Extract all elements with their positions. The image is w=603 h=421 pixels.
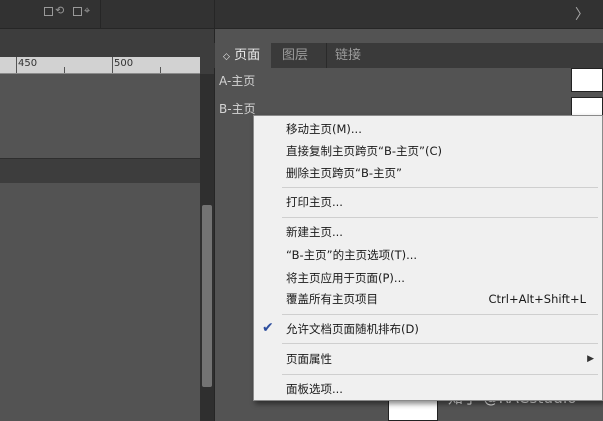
menu-item-panel-options[interactable]: 面板选项... <box>286 382 343 396</box>
menu-item-apply-master[interactable]: 将主页应用于页面(P)... <box>286 271 405 285</box>
ruler-label: 500 <box>114 58 134 69</box>
master-thumbnail[interactable] <box>571 68 603 92</box>
master-page-a[interactable]: A-主页 <box>219 72 255 89</box>
horizontal-ruler[interactable]: 450 500 <box>0 57 200 74</box>
menu-item-master-options[interactable]: “B-主页”的主页选项(T)... <box>286 248 417 262</box>
chevron-right-icon[interactable]: 〉 <box>575 4 589 24</box>
toolbar-divider <box>100 0 101 28</box>
tab-chevron-icon: ◇ <box>223 52 230 62</box>
ruler-tick <box>112 57 113 73</box>
menu-separator <box>282 374 598 375</box>
menu-separator <box>282 343 598 344</box>
master-thumbnail[interactable] <box>571 97 603 117</box>
tab-label: 图层 <box>282 48 309 63</box>
menu-item-move-master[interactable]: 移动主页(M)... <box>286 122 362 136</box>
page-thumbnail[interactable] <box>388 400 438 421</box>
menu-item-new-master[interactable]: 新建主页... <box>286 225 343 239</box>
control-bar: ⟲ ⌖ 〉 <box>0 0 603 29</box>
tab-label: 链接 <box>335 48 362 63</box>
rotate-icon[interactable]: ⟲ <box>55 4 64 18</box>
menu-separator <box>282 187 598 188</box>
ruler-tick <box>160 67 161 73</box>
tab-layers[interactable]: 图层 <box>274 43 324 68</box>
menu-separator <box>282 314 598 315</box>
menu-item-page-attributes[interactable]: 页面属性 <box>286 352 332 366</box>
checkmark-icon: ✔ <box>262 320 274 336</box>
ruler-label: 450 <box>18 58 38 69</box>
scrollbar-thumb[interactable] <box>202 205 212 387</box>
menu-item-duplicate-master[interactable]: 直接复制主页跨页“B-主页”(C) <box>286 144 442 158</box>
panel-tab-bar <box>214 43 603 68</box>
pasteboard-gap <box>0 158 200 184</box>
ruler-tick <box>64 67 65 73</box>
menu-item-override-all[interactable]: 覆盖所有主页项目 <box>286 292 378 306</box>
tab-pages[interactable]: ◇ 页面 <box>215 43 271 68</box>
tab-links[interactable]: 链接 <box>326 43 376 68</box>
flip-icon[interactable]: ⌖ <box>84 4 90 18</box>
frame-fit-icon[interactable] <box>44 7 53 16</box>
toolbar-divider <box>214 0 215 28</box>
submenu-arrow-icon: ▶ <box>587 354 594 364</box>
ruler-tick <box>16 57 17 73</box>
page-canvas[interactable] <box>0 74 200 158</box>
transform-icon[interactable] <box>73 7 82 16</box>
menu-item-allow-shuffle[interactable]: 允许文档页面随机排布(D) <box>286 322 419 336</box>
menu-separator <box>282 217 598 218</box>
menu-item-delete-master[interactable]: 删除主页跨页“B-主页” <box>286 166 402 180</box>
menu-shortcut: Ctrl+Alt+Shift+L <box>488 292 587 306</box>
page-canvas[interactable] <box>0 183 200 421</box>
tab-label: 页面 <box>234 48 261 63</box>
panel-context-menu: 移动主页(M)... 直接复制主页跨页“B-主页”(C) 删除主页跨页“B-主页… <box>253 115 603 401</box>
master-page-b[interactable]: B-主页 <box>219 100 256 117</box>
menu-item-print-master[interactable]: 打印主页... <box>286 195 343 209</box>
